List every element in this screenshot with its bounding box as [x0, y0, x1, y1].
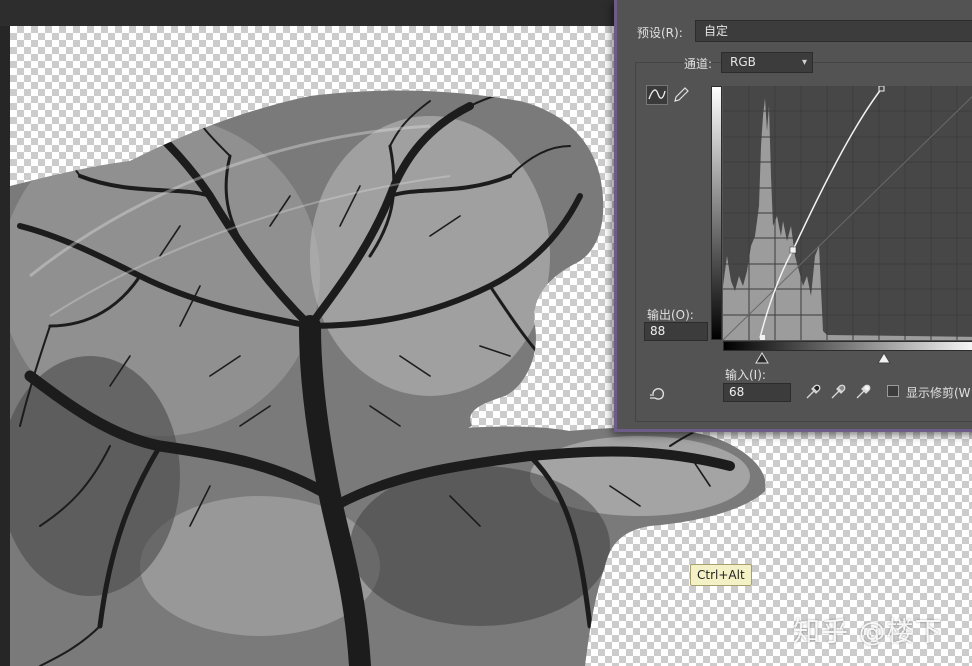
curve-tool-icon [648, 89, 666, 100]
black-point-slider[interactable] [755, 352, 769, 364]
output-gradient-bar [711, 86, 722, 340]
show-clipping-checkbox[interactable] [887, 385, 899, 397]
curve-point-active[interactable] [789, 246, 797, 254]
curves-dialog[interactable]: 预设(R): 自定 通道: RGB ▾ 输出(O): 88 输入(I): 68 … [614, 0, 972, 432]
channel-label: 通道: [684, 57, 713, 71]
preset-value: 自定 [704, 24, 729, 38]
output-value: 88 [650, 324, 666, 338]
chevron-down-icon: ▾ [801, 57, 807, 68]
pencil-tool-button[interactable] [671, 85, 693, 105]
input-label: 输入(I): [725, 368, 766, 382]
preset-label: 预设(R): [637, 26, 683, 40]
curve-tool-button[interactable] [646, 85, 668, 105]
target-adjust-icon[interactable] [649, 386, 669, 402]
pencil-icon [674, 87, 689, 102]
curve-point-start[interactable] [760, 335, 765, 340]
channel-value: RGB [730, 55, 756, 69]
gray-eyedropper-icon[interactable] [829, 383, 847, 401]
input-field[interactable]: 68 [723, 383, 791, 402]
white-point-slider[interactable] [877, 352, 891, 364]
shortcut-tooltip: Ctrl+Alt [690, 564, 752, 586]
preset-select[interactable]: 自定 [695, 20, 972, 42]
workspace-left-edge [0, 26, 10, 666]
input-gradient-bar [723, 341, 972, 351]
tooltip-text: Ctrl+Alt [697, 568, 745, 582]
output-label: 输出(O): [647, 308, 694, 322]
channel-select[interactable]: RGB ▾ [721, 52, 813, 73]
white-eyedropper-icon[interactable] [854, 383, 872, 401]
watermark-text: 知乎 @楼下 [793, 617, 943, 648]
black-eyedropper-icon[interactable] [804, 383, 822, 401]
show-clipping-label: 显示修剪(W [906, 386, 971, 400]
input-value: 68 [729, 385, 745, 399]
curve-graph[interactable] [723, 86, 972, 340]
watermark: 知乎 @楼下 [793, 610, 943, 649]
curve-point-end[interactable] [878, 86, 885, 92]
output-field[interactable]: 88 [644, 322, 708, 341]
